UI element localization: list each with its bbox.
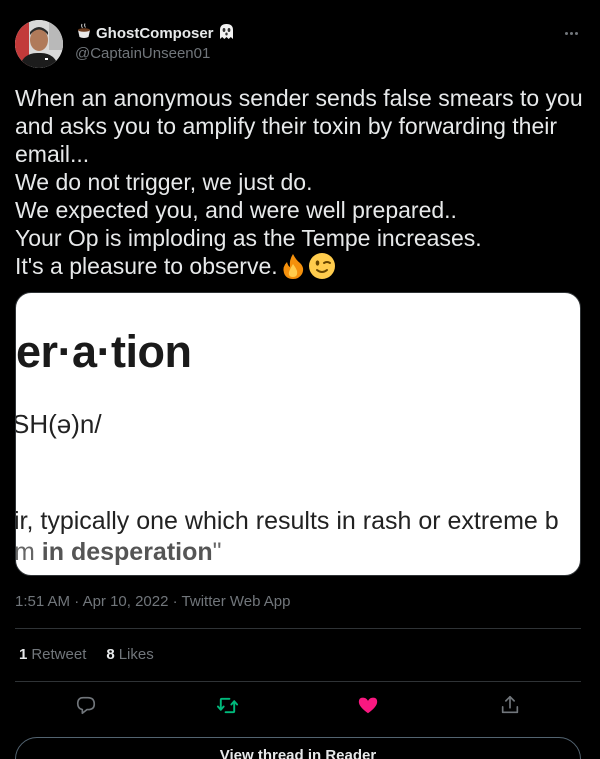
tweet-page: GhostComposer @CaptainUnseen01 When an a… (0, 0, 600, 759)
tweet-line: We do not trigger, we just do. (15, 169, 313, 195)
more-options-icon[interactable] (562, 26, 580, 40)
tweet-line: We expected you, and were well prepared.… (15, 197, 457, 223)
tweet-date-link[interactable]: Apr 10, 2022 (83, 593, 169, 610)
author-name-row[interactable]: GhostComposer (75, 22, 236, 45)
tweet-stats: 1 Retweet 8 Likes (19, 646, 154, 663)
tweet-text: When an anonymous sender sends false sme… (15, 84, 590, 286)
retweets-stat[interactable]: 1 Retweet (19, 646, 86, 663)
author-handle[interactable]: @CaptainUnseen01 (75, 45, 210, 62)
ghost-icon (217, 22, 236, 45)
media-pronunciation: SH(ə)n/ (15, 409, 102, 439)
media-example: m in desperation" (15, 538, 222, 566)
tweet-source-link[interactable]: Twitter Web App (182, 593, 291, 610)
tweet-line: and asks you to amplify their toxin by f… (15, 113, 558, 139)
tweet-line: When an anonymous sender sends false sme… (15, 85, 583, 111)
media-word: er·a·tion (16, 326, 192, 377)
tweet-line-last: It's a pleasure to observe. (15, 252, 590, 286)
tweet-line: It's a pleasure to observe. (15, 253, 278, 279)
reply-icon[interactable] (74, 693, 98, 717)
retweet-icon[interactable] (215, 693, 239, 717)
heart-icon[interactable] (356, 693, 380, 717)
tweet-media-image[interactable]: er·a·tion SH(ə)n/ ir, typically one whic… (15, 292, 581, 576)
display-name: GhostComposer (96, 24, 214, 42)
divider (15, 681, 581, 682)
divider (15, 628, 581, 629)
likes-stat[interactable]: 8 Likes (106, 646, 153, 663)
coffee-icon (75, 22, 93, 44)
tweet-line: Your Op is imploding as the Tempe increa… (15, 225, 482, 251)
avatar-photo (15, 20, 63, 68)
tweet-actions (15, 690, 581, 722)
tweet-line: email... (15, 141, 90, 167)
share-icon[interactable] (498, 693, 522, 717)
view-thread-reader-button[interactable]: View thread in Reader (15, 737, 581, 759)
winking-face-icon (308, 252, 336, 286)
tweet-time-link[interactable]: 1:51 AM (15, 593, 70, 610)
media-definition: ir, typically one which results in rash … (15, 507, 559, 535)
fire-icon (279, 252, 307, 286)
avatar[interactable] (15, 20, 63, 68)
tweet-meta: 1:51 AM · Apr 10, 2022 · Twitter Web App (15, 593, 291, 610)
